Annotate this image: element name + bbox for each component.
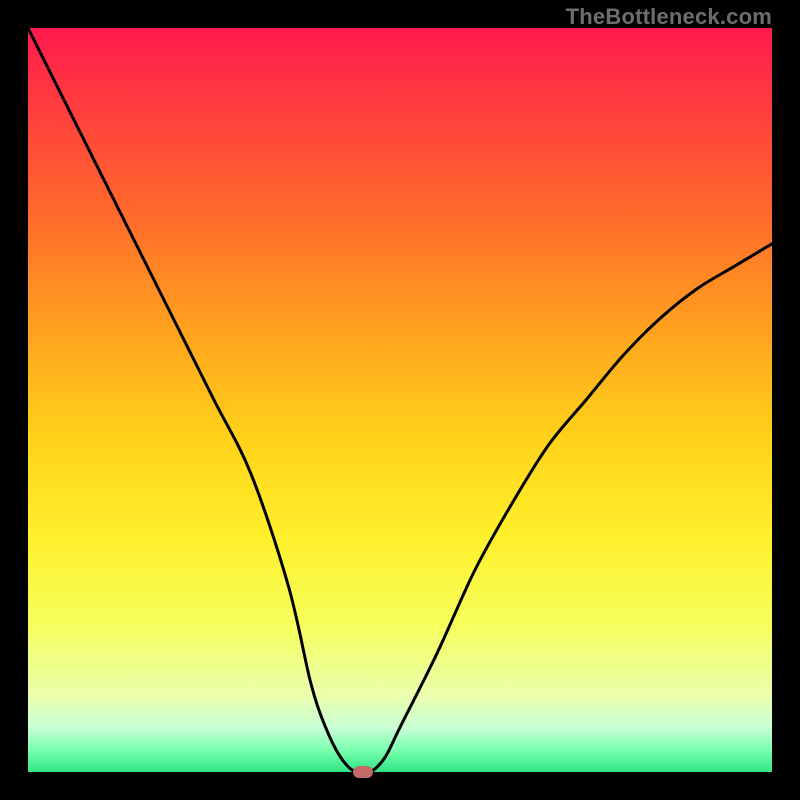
watermark-text: TheBottleneck.com (566, 4, 772, 30)
chart-frame: TheBottleneck.com (0, 0, 800, 800)
min-marker (353, 766, 373, 778)
curve-svg (28, 28, 772, 772)
bottleneck-curve (28, 28, 772, 772)
plot-area (28, 28, 772, 772)
